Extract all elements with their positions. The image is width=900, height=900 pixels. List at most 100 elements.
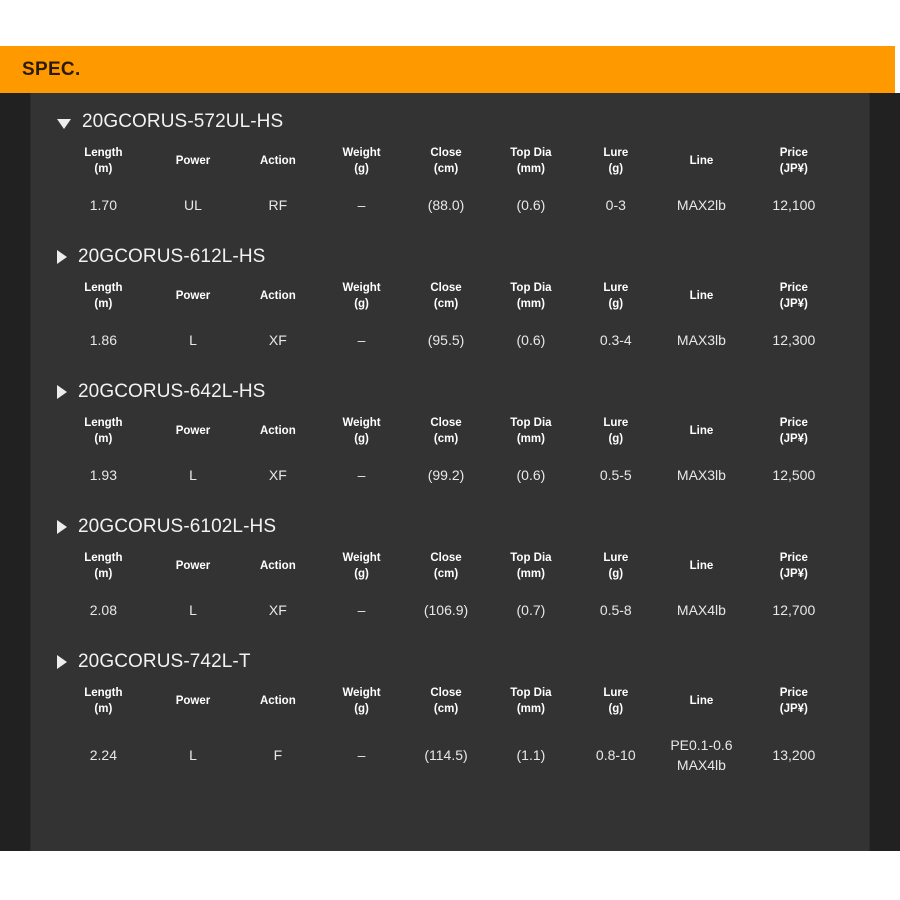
column-header-line: Line <box>658 544 744 588</box>
cell-power: L <box>189 746 197 763</box>
cell-length: 1.93 <box>89 467 117 484</box>
column-header-label: Close <box>430 147 462 159</box>
spec-group: 20GCORUS-612L-HS Length (m) Power Action Weig… <box>57 228 843 363</box>
column-header-top-dia: Top Dia (mm) <box>488 679 573 723</box>
column-header-label: Length <box>84 687 123 700</box>
cell-close: (114.5) <box>424 746 468 763</box>
spec-group-list: 20GCORUS-572UL-HS Length (m) Power Action Wei… <box>31 93 869 788</box>
column-header-unit: (g) <box>608 432 624 445</box>
column-header-unit: (cm) <box>433 297 459 310</box>
column-header-label: Price <box>779 417 808 430</box>
column-header-action: Action <box>236 274 319 318</box>
column-header-label: Action <box>259 694 296 707</box>
column-header-length: Length (m) <box>57 274 150 318</box>
spec-table: Length (m) Power Action Weight (g) Close (cm) To… <box>57 409 843 498</box>
column-header-top-dia: Top Dia (mm) <box>488 544 573 588</box>
column-header-unit: (g) <box>608 567 624 580</box>
column-header-label: Weight <box>342 417 381 430</box>
column-header-unit: (JP¥) <box>779 702 808 715</box>
column-header-label: Line <box>689 559 714 572</box>
column-header-label: Weight <box>342 687 381 700</box>
cell-close: (99.2) <box>427 467 465 484</box>
column-header-lure: Lure (g) <box>573 679 658 723</box>
spec-panel: 20GCORUS-572UL-HS Length (m) Power Action Wei… <box>30 93 870 851</box>
cell-price: 12,700 <box>772 602 816 619</box>
triangle-right-icon[interactable] <box>57 385 67 400</box>
column-header-close: Close (cm) <box>404 409 489 453</box>
column-header-label: Top Dia <box>510 417 552 430</box>
spec-group-header[interactable]: 20GCORUS-6102L-HS <box>57 498 843 540</box>
column-header-length: Length (m) <box>57 679 150 723</box>
column-header-label: Top Dia <box>510 147 552 159</box>
column-header-unit: (mm) <box>516 702 545 715</box>
column-header-price: Price (JP¥) <box>745 139 843 183</box>
column-header-lure: Lure (g) <box>573 139 658 183</box>
column-header-unit: (mm) <box>516 567 545 580</box>
column-header-top-dia: Top Dia (mm) <box>488 409 573 453</box>
table-header-row: Length (m) Power Action Weight (g) Close (cm) To… <box>57 409 843 453</box>
cell-power: UL <box>184 197 202 214</box>
spec-page: SPEC. 20GCORUS-572UL-HS Length (m) Power Act… <box>0 0 900 900</box>
spec-group-header[interactable]: 20GCORUS-612L-HS <box>57 228 843 270</box>
triangle-down-icon[interactable] <box>57 118 71 129</box>
spec-group-header[interactable]: 20GCORUS-642L-HS <box>57 363 843 405</box>
cell-action: F <box>273 746 283 763</box>
spec-group-header[interactable]: 20GCORUS-572UL-HS <box>57 93 843 135</box>
column-header-unit: (g) <box>608 702 624 715</box>
column-header-label: Top Dia <box>510 282 552 295</box>
column-header-label: Length <box>84 417 123 430</box>
column-header-label: Power <box>175 289 211 302</box>
column-header-unit: (JP¥) <box>779 162 808 175</box>
cell-lure: 0-3 <box>605 197 626 214</box>
cell-line: MAX4lb <box>676 602 726 619</box>
cell-weight: – <box>357 467 366 484</box>
column-header-label: Length <box>84 552 123 565</box>
triangle-right-icon[interactable] <box>57 250 67 265</box>
cell-close: (95.5) <box>427 332 465 349</box>
spec-table: Length (m) Power Action Weight (g) Close (cm) To… <box>57 679 843 788</box>
column-header-unit: (cm) <box>433 567 459 580</box>
triangle-right-icon[interactable] <box>57 655 67 670</box>
triangle-right-icon[interactable] <box>57 520 67 535</box>
column-header-label: Weight <box>342 282 381 295</box>
column-header-close: Close (cm) <box>404 139 489 183</box>
cell-line: MAX3lb <box>676 467 726 484</box>
column-header-label: Price <box>779 687 808 700</box>
column-header-label: Lure <box>603 417 629 430</box>
column-header-close: Close (cm) <box>404 274 489 318</box>
spec-table: Length (m) Power Action Weight (g) Close (cm) To… <box>57 139 843 228</box>
table-row: 1.93 L XF – (99.2) (0.6) 0.5-5 MAX3lb 12,500 <box>57 453 843 498</box>
column-header-unit: (g) <box>354 297 369 310</box>
cell-line-secondary: MAX4lb <box>676 757 726 774</box>
column-header-unit: (mm) <box>516 162 545 175</box>
table-row: 1.86 L XF – (95.5) (0.6) 0.3-4 MAX3lb 12,300 <box>57 318 843 363</box>
column-header-unit: (cm) <box>433 432 459 445</box>
spec-group: 20GCORUS-572UL-HS Length (m) Power Action Wei… <box>57 93 843 228</box>
column-header-label: Lure <box>603 687 629 700</box>
column-header-price: Price (JP¥) <box>745 409 843 453</box>
column-header-top-dia: Top Dia (mm) <box>488 139 573 183</box>
column-header-action: Action <box>236 409 319 453</box>
column-header-label: Price <box>779 147 808 159</box>
table-header-row: Length (m) Power Action Weight (g) Close (cm) To… <box>57 679 843 723</box>
column-header-lure: Lure (g) <box>573 274 658 318</box>
spec-group: 20GCORUS-642L-HS Length (m) Power Action Weig… <box>57 363 843 498</box>
column-header-unit: (JP¥) <box>779 432 808 445</box>
column-header-line: Line <box>658 139 744 183</box>
spec-group-header[interactable]: 20GCORUS-742L-T <box>57 633 843 675</box>
cell-weight: – <box>357 197 366 214</box>
column-header-unit: (mm) <box>516 297 545 310</box>
column-header-power: Power <box>150 544 236 588</box>
column-header-unit: (cm) <box>433 702 459 715</box>
column-header-label: Power <box>175 694 211 707</box>
column-header-weight: Weight (g) <box>320 409 404 453</box>
column-header-unit: (g) <box>354 567 369 580</box>
column-header-label: Action <box>259 289 296 302</box>
spec-group-model-name: 20GCORUS-612L-HS <box>78 246 266 268</box>
column-header-power: Power <box>150 409 236 453</box>
table-header-row: Length (m) Power Action Weight (g) Close (cm) To… <box>57 274 843 318</box>
column-header-unit: (m) <box>94 162 113 175</box>
spec-group: 20GCORUS-6102L-HS Length (m) Power Action Wei… <box>57 498 843 633</box>
cell-action: XF <box>268 332 287 349</box>
cell-line: MAX2lb <box>676 197 726 214</box>
